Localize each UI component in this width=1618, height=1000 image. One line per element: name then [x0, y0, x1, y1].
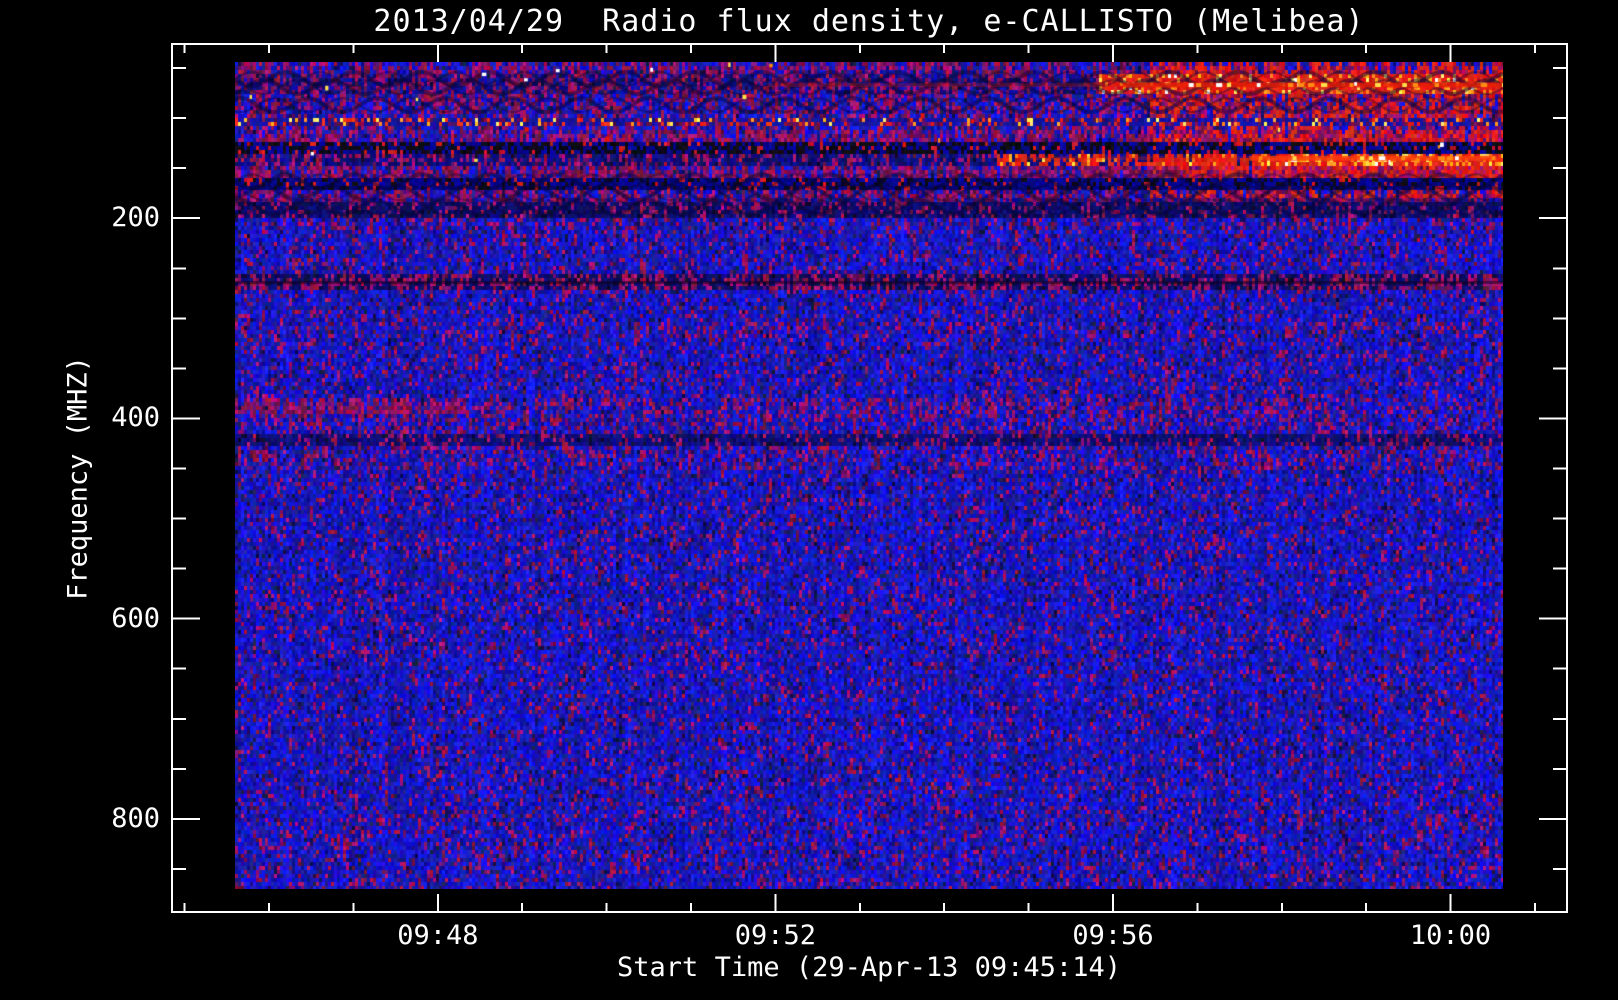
y-tick-label: 400: [111, 402, 160, 434]
plot-frame: [171, 43, 1568, 913]
x-axis-title: Start Time (29-Apr-13 09:45:14): [617, 952, 1121, 983]
x-tick-label: 10:00: [1409, 920, 1492, 951]
spectrogram-chart: 2013/04/29 Radio flux density, e-CALLIST…: [0, 0, 1618, 1000]
y-tick-label: 600: [111, 602, 160, 634]
y-tick-label: 200: [111, 202, 160, 234]
axes-frame: [171, 43, 1568, 913]
y-tick-label: 800: [111, 802, 160, 834]
x-tick-label: 09:52: [734, 920, 817, 951]
y-axis-title: Frequency (MHZ): [62, 356, 94, 600]
x-tick-label: 09:56: [1072, 920, 1154, 951]
x-tick-label: 09:48: [397, 920, 479, 951]
